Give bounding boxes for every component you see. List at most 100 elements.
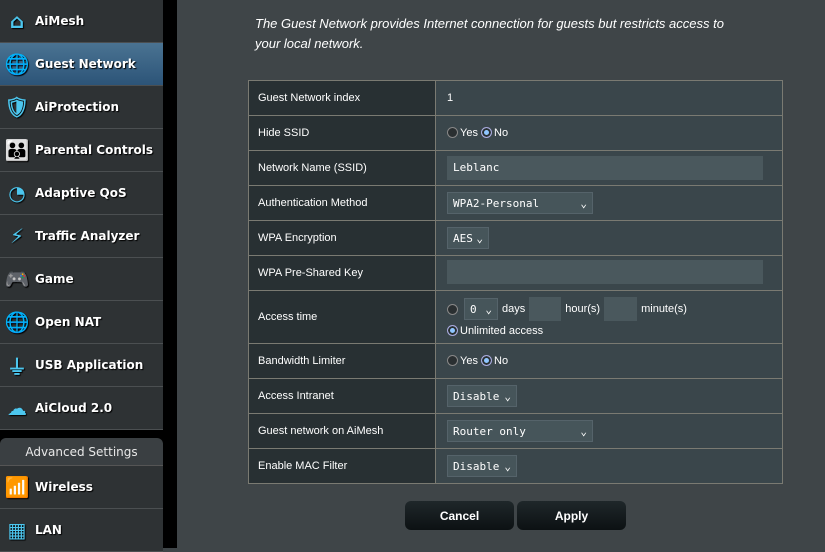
cancel-button[interactable]: Cancel [405,501,514,530]
sidebar-item-aicloud-2-0[interactable]: ☁ AiCloud 2.0 [0,387,163,430]
access-intranet-select[interactable]: Disable ⌄ [447,385,517,407]
auth-method-select[interactable]: WPA2-Personal ⌄ [447,192,593,214]
sidebar-item-guest-network[interactable]: 🌐 Guest Network [0,43,163,86]
select-value: AES [453,232,473,245]
sidebar-item-label: AiCloud 2.0 [35,401,112,415]
apply-button[interactable]: Apply [517,501,626,530]
table-row: WPA Pre-Shared Key [249,256,783,291]
open-nat-icon: 🌐 [4,309,30,335]
sidebar: ⌂ AiMesh 🌐 Guest Network 🛡 AiProtection 👪 Paren… [0,0,163,548]
chevron-down-icon: ⌄ [580,425,587,438]
sidebar-item-usb-application[interactable]: ⏚ USB Application [0,344,163,387]
table-row: Hide SSID Yes No [249,116,783,151]
select-value: Router only [453,425,526,438]
aimesh-select[interactable]: Router only ⌄ [447,420,593,442]
general-menu: ⌂ AiMesh 🌐 Guest Network 🛡 AiProtection 👪 Paren… [0,0,163,430]
encryption-select[interactable]: AES⌄ [447,227,489,249]
gamepad-icon: 🎮 [4,266,30,292]
ssid-input[interactable]: Leblanc [447,156,763,180]
sidebar-item-adaptive-qos[interactable]: ◔ Adaptive QoS [0,172,163,215]
field-label: Enable MAC Filter [249,449,436,484]
divider [163,0,177,548]
field-label: Guest Network index [249,81,436,116]
chevron-down-icon: ⌄ [504,390,511,403]
sidebar-item-open-nat[interactable]: 🌐 Open NAT [0,301,163,344]
table-row: Guest network on AiMeshRouter only⌄ [249,414,783,449]
radio-label: Unlimited access [460,325,543,337]
select-value: Disable [453,460,499,473]
sidebar-item-aiprotection[interactable]: 🛡 AiProtection [0,86,163,129]
days-select[interactable]: 0⌄ [464,298,498,320]
radio-label: Yes [460,127,478,139]
advanced-settings-header: Advanced Settings [0,438,163,466]
hours-label: hour(s) [565,303,600,315]
table-row: Access time 0⌄ days hour(s) minute(s) Un… [249,291,783,344]
sidebar-item-parental-controls[interactable]: 👪 Parental Controls [0,129,163,172]
sidebar-item-label: Wireless [35,480,93,494]
sidebar-item-label: Open NAT [35,315,101,329]
field-label: Authentication Method [249,186,436,221]
sidebar-item-traffic-analyzer[interactable]: ⚡ Traffic Analyzer [0,215,163,258]
traffic-analyzer-icon: ⚡ [4,223,30,249]
table-row: Guest Network index1 [249,81,783,116]
lan-icon: ▦ [4,517,30,543]
sidebar-item-label: Traffic Analyzer [35,229,139,243]
minutes-label: minute(s) [641,303,687,315]
guest-network-icon: 🌐 [4,51,30,77]
limited-access-radio[interactable] [447,304,458,315]
advanced-menu: 📶 Wireless ▦ LAN [0,466,163,552]
sidebar-item-label: Guest Network [35,57,136,71]
field-label: Access time [249,291,436,344]
field-label: Network Name (SSID) [249,151,436,186]
mac-filter-select[interactable]: Disable ⌄ [447,455,517,477]
index-value: 1 [436,81,783,116]
chevron-down-icon: ⌄ [476,232,483,245]
select-value: 0 [470,303,477,316]
minutes-input[interactable] [604,297,637,321]
sidebar-item-label: Adaptive QoS [35,186,127,200]
wireless-icon: 📶 [4,474,30,500]
sidebar-item-wireless[interactable]: 📶 Wireless [0,466,163,509]
sidebar-item-lan[interactable]: ▦ LAN [0,509,163,552]
psk-input[interactable] [447,260,763,284]
field-label: WPA Encryption [249,221,436,256]
hide-ssid-no-radio[interactable] [481,127,492,138]
main-content: The Guest Network provides Internet conn… [177,0,825,548]
hide-ssid-yes-radio[interactable] [447,127,458,138]
cloud-icon: ☁ [4,395,30,421]
parental-controls-icon: 👪 [4,137,30,163]
field-label: Bandwidth Limiter [249,344,436,379]
speedometer-icon: ◔ [4,180,30,206]
usb-icon: ⏚ [4,352,30,378]
sidebar-item-label: AiProtection [35,100,119,114]
shield-lock-icon: 🛡 [4,94,30,120]
field-label: Access Intranet [249,379,436,414]
unlimited-access-radio[interactable] [447,325,458,336]
aimesh-icon: ⌂ [4,8,30,34]
chevron-down-icon: ⌄ [485,303,492,316]
field-label: Hide SSID [249,116,436,151]
bandwidth-yes-radio[interactable] [447,355,458,366]
chevron-down-icon: ⌄ [580,197,587,210]
sidebar-item-aimesh[interactable]: ⌂ AiMesh [0,0,163,43]
radio-label: Yes [460,355,478,367]
select-value: WPA2-Personal [453,197,539,210]
sidebar-item-game[interactable]: 🎮 Game [0,258,163,301]
table-row: Enable MAC Filter Disable ⌄ [249,449,783,484]
table-row: Bandwidth Limiter Yes No [249,344,783,379]
radio-label: No [494,355,508,367]
field-label: WPA Pre-Shared Key [249,256,436,291]
sidebar-item-label: Game [35,272,74,286]
radio-label: No [494,127,508,139]
select-value: Disable [453,390,499,403]
hours-input[interactable] [529,297,561,321]
sidebar-item-label: Parental Controls [35,143,153,157]
table-row: Access Intranet Disable ⌄ [249,379,783,414]
bandwidth-no-radio[interactable] [481,355,492,366]
table-row: Network Name (SSID) Leblanc [249,151,783,186]
sidebar-item-label: AiMesh [35,14,84,28]
table-row: Authentication Method WPA2-Personal ⌄ [249,186,783,221]
sidebar-item-label: LAN [35,523,62,537]
chevron-down-icon: ⌄ [504,460,511,473]
sidebar-item-label: USB Application [35,358,143,372]
